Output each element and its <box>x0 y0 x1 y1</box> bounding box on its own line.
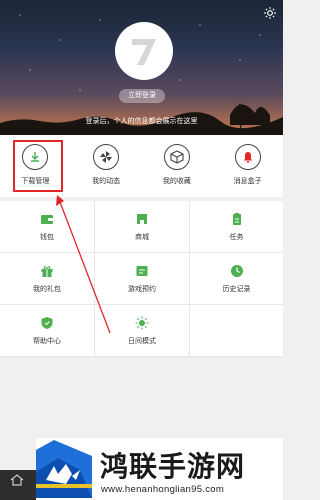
grid-item-label: 日间模式 <box>128 337 156 345</box>
grid-item-task[interactable]: 任务 <box>190 201 283 253</box>
pinwheel-icon <box>93 144 120 170</box>
login-button[interactable]: 立即登录 <box>119 89 165 103</box>
grid-item-label: 帮助中心 <box>33 337 61 345</box>
grid-item-empty <box>190 305 283 357</box>
highlight-box <box>13 140 63 192</box>
avatar[interactable] <box>115 22 173 80</box>
quick-item-label: 消息盒子 <box>233 178 262 185</box>
grid-item-daymode[interactable]: 日间模式 <box>95 305 190 357</box>
clock-icon <box>230 264 243 277</box>
grid-item-label: 我的礼包 <box>33 285 61 293</box>
quick-item-label: 我的收藏 <box>162 178 191 185</box>
grid-item-gift[interactable]: 我的礼包 <box>0 253 95 305</box>
grid-item-reserve[interactable]: 游戏预约 <box>95 253 190 305</box>
grid-item-label: 任务 <box>229 233 244 241</box>
profile-header: 立即登录 登录后，个人的信息都会展示在这里 <box>0 0 283 135</box>
quick-item-messages[interactable]: 消息盒子 <box>212 135 283 197</box>
grid-item-history[interactable]: 历史记录 <box>190 253 283 305</box>
bell-icon <box>234 144 261 170</box>
login-hint: 登录后，个人的信息都会展示在这里 <box>85 118 198 125</box>
wallet-icon <box>41 214 53 224</box>
default-avatar-icon <box>132 39 156 65</box>
reserve-icon <box>136 265 148 276</box>
grid-item-help[interactable]: 帮助中心 <box>0 305 95 357</box>
sun-icon <box>135 316 149 329</box>
grid-item-label: 游戏预约 <box>128 285 156 293</box>
grid-item-label: 商城 <box>135 233 149 241</box>
quick-item-favorites[interactable]: 我的收藏 <box>142 135 213 197</box>
box-icon <box>163 144 190 170</box>
brand-url: www.henanhonglian95.com <box>101 484 225 495</box>
brand-logo <box>36 440 92 498</box>
grid-item-label: 钱包 <box>40 233 54 241</box>
shield-icon <box>41 316 53 329</box>
grid-item-wallet[interactable]: 钱包 <box>0 201 95 253</box>
grid-item-label: 历史记录 <box>222 285 251 293</box>
feature-grid: 钱包 商城 任务 我的礼包 游戏预约 历史记录 帮助中心 日间模式 <box>0 201 283 357</box>
quick-item-label: 我的动态 <box>92 178 121 185</box>
quick-item-activity[interactable]: 我的动态 <box>71 135 142 197</box>
gift-icon <box>41 265 53 277</box>
task-icon <box>232 212 241 225</box>
shop-icon <box>137 213 147 224</box>
brand-name: 鸿联手游网 <box>100 450 246 483</box>
gear-icon[interactable] <box>263 6 277 20</box>
grid-item-shop[interactable]: 商城 <box>95 201 190 253</box>
home-icon <box>10 474 24 486</box>
